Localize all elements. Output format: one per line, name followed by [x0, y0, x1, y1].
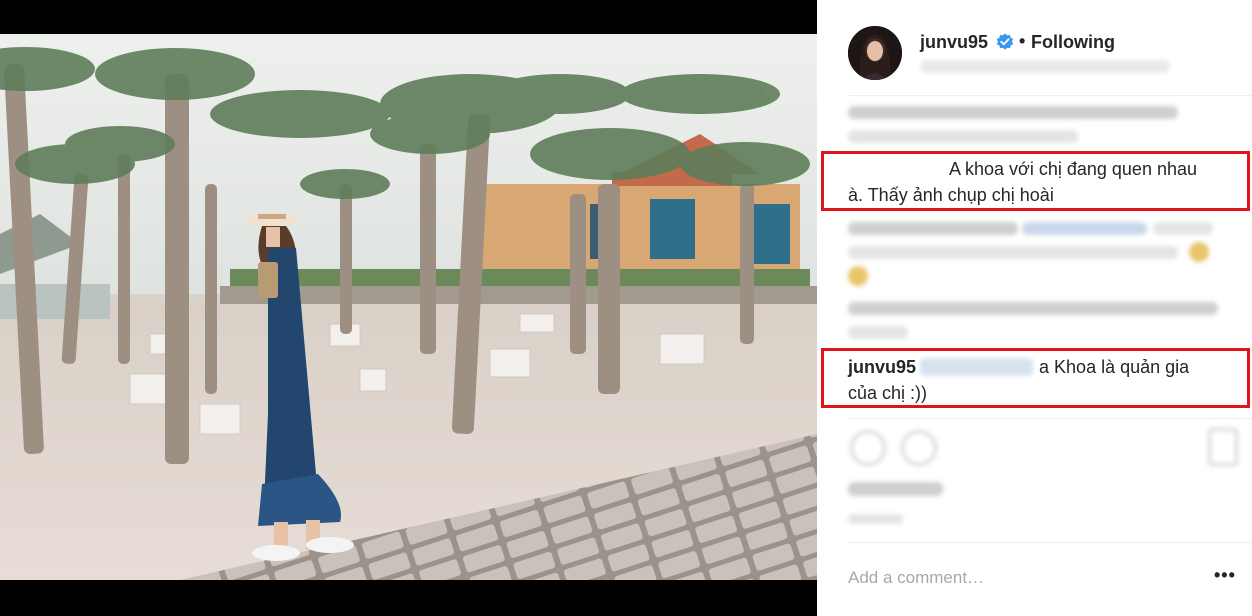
comment-text-line: của chị :)): [848, 383, 928, 403]
bookmark-icon[interactable]: [1208, 428, 1238, 466]
blurred-likes-count: [848, 482, 943, 496]
following-button[interactable]: Following: [1031, 32, 1115, 53]
comment-text: a Khoa là quản gia: [1039, 357, 1190, 377]
heart-icon[interactable]: [850, 430, 886, 466]
blurred-comment-line: [848, 130, 1078, 143]
highlighted-comment-2: junvu95 a Khoa là quản gia của chị :)): [848, 354, 1243, 406]
comment-text-line: à. Thấy ảnh chụp chị hoài: [848, 185, 1054, 205]
blurred-comment-line: [848, 222, 1018, 235]
blurred-comment-line: [848, 106, 1178, 119]
comment-icon[interactable]: [901, 430, 937, 466]
avatar-image: [848, 26, 902, 80]
photo-pane: [0, 0, 817, 616]
post-username[interactable]: junvu95: [920, 32, 988, 53]
highlighted-comment-1: A khoa với chị đang quen nhau à. Thấy ản…: [848, 156, 1243, 208]
comment-text-line: junvu95 a Khoa là quản gia: [848, 354, 1243, 380]
post-photo[interactable]: [0, 34, 817, 580]
comment-username[interactable]: junvu95: [848, 357, 916, 377]
blurred-emoji: [848, 266, 868, 286]
composer-divider: [848, 542, 1252, 543]
blurred-location: [920, 60, 1170, 73]
blurred-comment-line: [1153, 222, 1213, 235]
avatar[interactable]: [848, 26, 902, 80]
blurred-comment-line: [848, 246, 1178, 259]
blurred-comment-line: [848, 302, 1218, 315]
verified-badge-icon: [996, 33, 1014, 50]
beach-scene-image: [0, 34, 817, 580]
add-comment-input[interactable]: [848, 563, 1188, 593]
comments-divider: [848, 418, 1252, 419]
blurred-emoji: [1189, 242, 1209, 262]
comment-text-line: A khoa với chị đang quen nhau: [949, 159, 1197, 179]
post-side-panel: junvu95 • Following A khoa với chị đang …: [817, 0, 1252, 616]
header-divider: [848, 95, 1252, 96]
blurred-timestamp: [848, 514, 903, 524]
separator-dot: •: [1019, 31, 1026, 51]
blurred-comment-line: [848, 326, 908, 339]
blurred-mention: [920, 358, 1034, 376]
more-options-icon[interactable]: •••: [1214, 565, 1236, 586]
blurred-mention: [1022, 222, 1147, 235]
